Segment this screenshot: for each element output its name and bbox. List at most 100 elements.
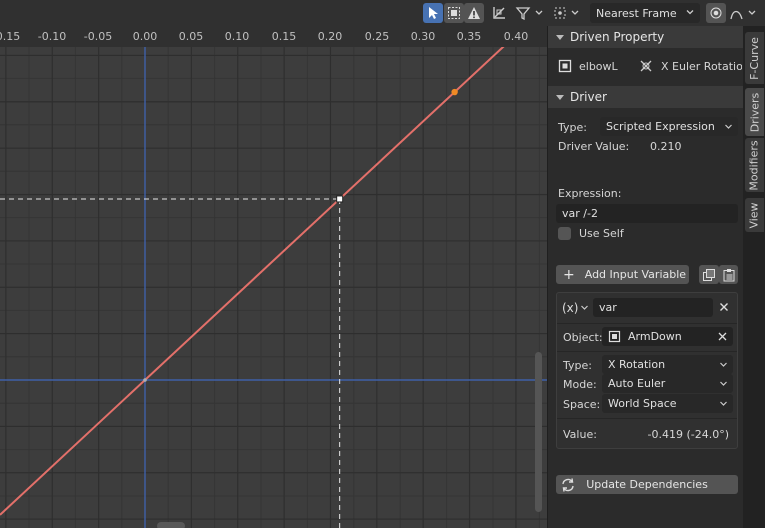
tab-label: Modifiers [748,139,761,191]
variable-type-dropdown[interactable]: (x) [562,298,590,317]
driven-object-name: elbowL [579,59,618,73]
variable-name: var [599,301,617,314]
expression-label: Expression: [558,187,622,200]
object-icon [608,330,621,343]
snap-mode-label: Nearest Frame [596,6,677,20]
panel-title: Driven Property [570,30,665,44]
graph-editor-header: Nearest Frame [0,0,765,26]
graph-svg[interactable] [0,47,547,528]
update-dependencies-label: Update Dependencies [586,478,708,491]
ruler-tick: -0.15 [0,30,21,43]
driven-property-name: X Euler Rotation [661,59,742,73]
rotation-mode-dropdown[interactable]: Auto Euler [602,374,733,393]
variable-name-input[interactable]: var [593,298,713,317]
transform-type-label: Type: [563,359,592,372]
driver-variable-box: (x) var Object: ArmDown Type: X Rotation… [556,292,738,449]
chevron-down-icon [581,305,589,310]
driver-value-label: Driver Value: [558,140,630,153]
refresh-icon [562,477,574,492]
driver-type-value: Scripted Expression [606,120,715,133]
panel-title: Driver [570,90,607,104]
plus-icon: + [563,266,575,283]
object-label: Object: [563,331,603,344]
tab-view[interactable]: View [745,198,764,232]
ruler-tick: -0.10 [37,30,67,43]
driver-type-label: Type: [558,121,587,134]
transform-type-dropdown[interactable]: X Rotation [602,355,733,374]
space-dropdown[interactable]: World Space [602,394,733,413]
ruler-tick: -0.05 [83,30,113,43]
paste-variables-button[interactable] [719,265,738,284]
tab-drivers[interactable]: Drivers [745,88,764,136]
transform-type-value: X Rotation [608,358,666,371]
expression-value: var /-2 [562,207,598,220]
clear-field-icon[interactable] [718,332,727,341]
graph-canvas[interactable] [0,47,547,528]
keyframe-point [451,88,458,96]
chevron-down-icon [725,124,732,129]
vertical-scrollbar[interactable] [535,352,542,512]
sidebar-tabs: F-Curve Drivers Modifiers View [743,26,765,528]
snap-mode-dropdown[interactable]: Nearest Frame [590,3,700,23]
proportional-edit-icon[interactable] [706,3,726,23]
object-icon [558,59,572,73]
filter-icon[interactable] [514,3,546,23]
object-value: ArmDown [628,330,682,343]
ruler-tick: 0.15 [271,30,297,43]
sidebar: Driven Property elbowL X Euler Rotation … [547,26,744,528]
variable-type-icon: (x) [562,300,579,315]
divider [557,351,737,352]
chevron-down-icon [720,362,727,367]
falloff-curve-icon[interactable] [728,3,762,23]
object-field[interactable]: ArmDown [602,327,733,346]
frame-ruler[interactable]: -0.15 -0.10 -0.05 0.00 0.05 0.10 0.15 0.… [0,26,547,47]
ruler-tick: 0.30 [410,30,436,43]
normalize-icon[interactable] [489,3,509,23]
chevron-down-icon [686,10,694,15]
box-select-icon[interactable] [444,3,464,23]
add-input-variable-button[interactable]: + Add Input Variable [556,265,689,284]
use-self-checkbox[interactable] [558,227,571,240]
ruler-tick: 0.40 [503,30,529,43]
space-value: World Space [608,397,677,410]
variable-value: -0.419 (-24.0°) [647,428,729,441]
tab-modifiers[interactable]: Modifiers [745,138,764,192]
driven-property: X Euler Rotation [639,59,742,73]
driver-value: 0.210 [650,140,682,153]
rotation-icon [640,60,652,72]
driven-property-panel-header[interactable]: Driven Property [548,26,744,48]
copy-icon [703,268,715,281]
rotation-mode-label: Mode: [563,378,597,391]
horizontal-scrollbar[interactable] [157,522,185,528]
tab-label: Drivers [748,92,761,132]
pivot-point-icon[interactable] [552,3,584,23]
space-label: Space: [563,398,601,411]
add-input-variable-label: Add Input Variable [584,268,687,281]
driven-object: elbowL [558,59,618,73]
driver-curve [0,47,505,516]
copy-variables-button[interactable] [699,265,719,284]
divider [557,418,737,419]
use-self-label: Use Self [579,227,624,240]
tab-label: F-Curve [748,36,761,80]
ruler-tick: 0.35 [456,30,482,43]
chevron-down-icon [720,401,727,406]
collapse-arrow-icon [556,94,564,100]
tab-f-curve[interactable]: F-Curve [745,32,764,84]
origin-point [143,378,147,382]
warning-icon[interactable] [464,3,484,23]
collapse-arrow-icon [556,34,564,40]
ruler-tick: 0.10 [224,30,250,43]
driver-value-marker [336,195,344,203]
driver-type-dropdown[interactable]: Scripted Expression [600,117,738,136]
ruler-tick: 0.25 [364,30,390,43]
chevron-down-icon [720,381,727,386]
rotation-mode-value: Auto Euler [608,377,666,390]
cursor-select-icon[interactable] [423,3,443,23]
driver-panel-header[interactable]: Driver [548,86,744,108]
remove-variable-icon[interactable] [719,302,729,312]
update-dependencies-button[interactable]: Update Dependencies [556,475,738,494]
ruler-tick: 0.00 [132,30,158,43]
tab-label: View [748,201,762,229]
expression-input[interactable]: var /-2 [556,204,738,223]
